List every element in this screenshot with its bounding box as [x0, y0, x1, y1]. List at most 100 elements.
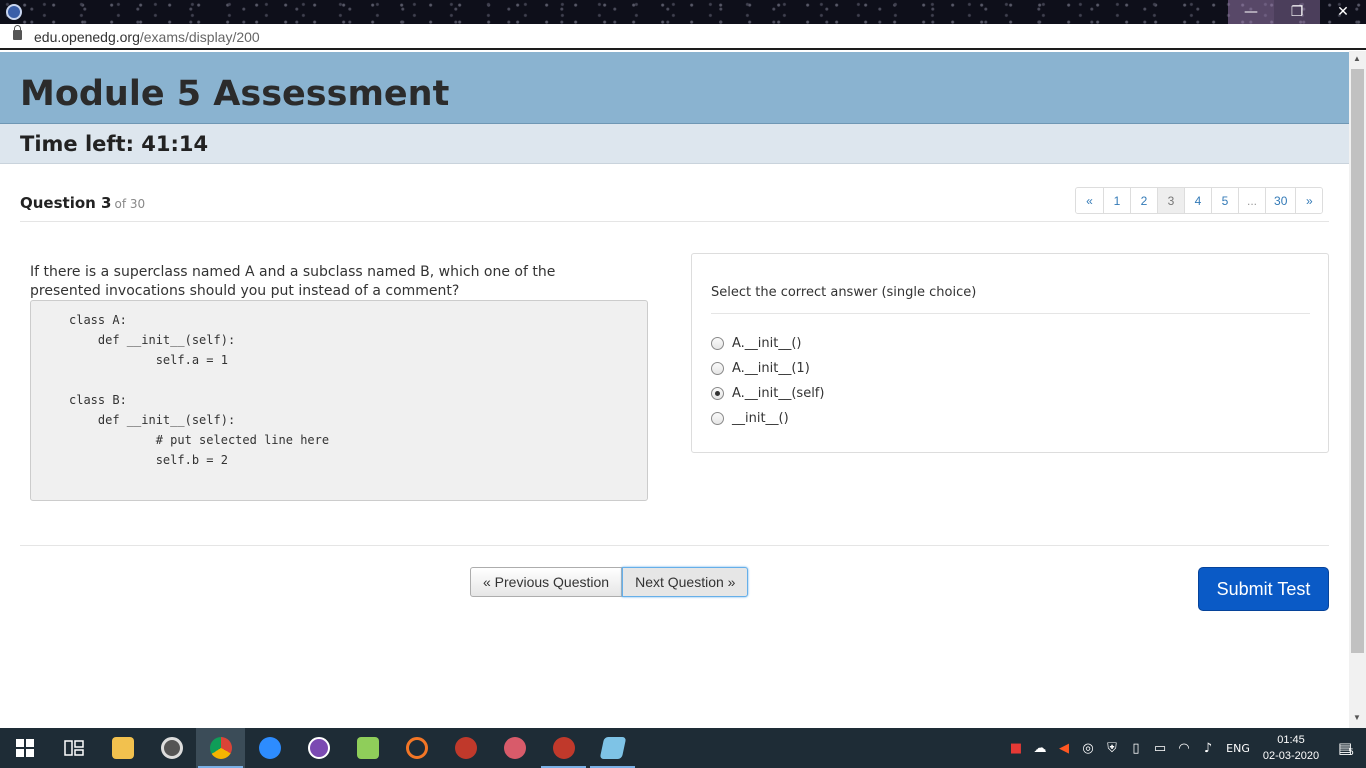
taskbar-file-explorer[interactable]	[98, 728, 147, 768]
answer-option-label: A.__init__(self)	[732, 386, 825, 401]
taskbar-media-player[interactable]	[147, 728, 196, 768]
title-bar-background	[0, 0, 1366, 24]
system-tray: ■ ☁ ◀ ◎ ⛨ ▯ ▭ ◠ ♪ ENG 01:45 02-03-2020 ▤…	[1004, 728, 1366, 768]
page-link-2[interactable]: 2	[1130, 188, 1157, 213]
page-next-link[interactable]: »	[1295, 188, 1323, 213]
task-view-button[interactable]	[49, 728, 98, 768]
code-block: class A: def __init__(self): self.a = 1 …	[30, 300, 648, 501]
lock-icon	[13, 25, 22, 40]
scroll-down-icon[interactable]: ▼	[1353, 713, 1361, 722]
previous-question-button[interactable]: « Previous Question	[470, 567, 623, 597]
paint-icon	[503, 737, 526, 759]
page-link-5[interactable]: 5	[1211, 188, 1238, 213]
code-line: def __init__(self):	[69, 413, 236, 427]
url-text[interactable]: edu.openedg.org/exams/display/200	[34, 29, 260, 45]
page-title: Module 5 Assessment	[20, 74, 450, 114]
taskbar-chrome[interactable]	[196, 728, 245, 768]
radio-button[interactable]	[711, 412, 724, 425]
clock-date: 02-03-2020	[1262, 750, 1320, 762]
minimize-button[interactable]: —	[1228, 0, 1274, 24]
question-pagination: « 1 2 3 4 5 ... 30 »	[1075, 187, 1324, 214]
next-question-button[interactable]: Next Question »	[622, 567, 749, 597]
code-line: self.b = 2	[69, 453, 228, 467]
window-title-bar: — ❐ ✕	[0, 0, 1366, 24]
radio-button-selected[interactable]	[711, 387, 724, 400]
page-link-30[interactable]: 30	[1265, 188, 1296, 213]
tray-app-icon[interactable]: ■	[1004, 728, 1028, 768]
notes-icon	[599, 737, 626, 759]
usb-icon[interactable]: ▯	[1124, 728, 1148, 768]
radio-button[interactable]	[711, 362, 724, 375]
code-line: class B:	[69, 393, 127, 407]
close-button[interactable]: ✕	[1320, 0, 1366, 24]
tray-flag-icon[interactable]: ◀	[1052, 728, 1076, 768]
notification-count: 5	[1348, 748, 1354, 758]
page-link-4[interactable]: 4	[1184, 188, 1211, 213]
onedrive-icon[interactable]: ☁	[1028, 728, 1052, 768]
answer-option-2[interactable]: A.__init__(1)	[711, 361, 810, 376]
app-purple-icon	[307, 737, 330, 759]
answer-option-1[interactable]: A.__init__()	[711, 336, 802, 351]
answer-option-label: A.__init__()	[732, 336, 802, 351]
volume-icon[interactable]: ♪	[1196, 728, 1220, 768]
scroll-up-icon[interactable]: ▲	[1353, 54, 1361, 63]
taskbar-zoom[interactable]	[245, 728, 294, 768]
taskbar-jupyter[interactable]	[392, 728, 441, 768]
url-host: edu.openedg.org	[34, 29, 140, 45]
wifi-icon[interactable]: ◠	[1172, 728, 1196, 768]
language-indicator[interactable]: ENG	[1220, 728, 1256, 768]
taskbar-notes[interactable]	[588, 728, 637, 768]
divider	[20, 221, 1329, 222]
answer-option-3[interactable]: A.__init__(self)	[711, 386, 824, 401]
question-number: Question 3	[20, 194, 112, 212]
answer-panel: Select the correct answer (single choice…	[691, 253, 1329, 453]
taskbar-spider-app[interactable]	[441, 728, 490, 768]
window-controls: — ❐ ✕	[1228, 0, 1366, 24]
taskbar-spider-app-2[interactable]	[539, 728, 588, 768]
vertical-scrollbar[interactable]: ▲ ▼	[1349, 51, 1366, 728]
answer-option-4[interactable]: __init__()	[711, 411, 789, 426]
code-line: def __init__(self):	[69, 333, 236, 347]
tray-circle-icon[interactable]: ◎	[1076, 728, 1100, 768]
page-prev-link[interactable]: «	[1076, 188, 1103, 213]
spider-icon-2	[552, 737, 575, 759]
taskbar-purple-app[interactable]	[294, 728, 343, 768]
page-ellipsis: ...	[1238, 188, 1266, 213]
time-left: Time left: 41:14	[20, 132, 209, 156]
clock-time: 01:45	[1277, 734, 1305, 746]
taskbar-paint[interactable]	[490, 728, 539, 768]
code-line: # put selected line here	[69, 433, 330, 447]
radio-button[interactable]	[711, 337, 724, 350]
address-bar[interactable]: edu.openedg.org/exams/display/200	[0, 24, 1366, 50]
notepad-plus-icon	[356, 737, 379, 759]
system-clock[interactable]: 01:45 02-03-2020	[1256, 732, 1326, 764]
battery-icon[interactable]: ▭	[1148, 728, 1172, 768]
divider	[711, 313, 1310, 314]
answer-option-label: __init__()	[732, 411, 789, 426]
zoom-icon	[258, 737, 281, 759]
question-total: of 30	[114, 197, 146, 211]
restore-button[interactable]: ❐	[1274, 0, 1320, 24]
start-button[interactable]	[0, 728, 49, 768]
windows-taskbar: ■ ☁ ◀ ◎ ⛨ ▯ ▭ ◠ ♪ ENG 01:45 02-03-2020 ▤…	[0, 728, 1366, 768]
task-view-icon	[63, 740, 84, 756]
scrollbar-thumb[interactable]	[1351, 69, 1364, 653]
spider-icon	[454, 737, 477, 759]
timer-bar: Time left: 41:14	[0, 124, 1349, 164]
taskbar-notepad-plus[interactable]	[343, 728, 392, 768]
code-line: class A:	[69, 313, 127, 327]
divider	[20, 545, 1329, 546]
answer-instruction: Select the correct answer (single choice…	[711, 285, 977, 300]
security-shield-icon[interactable]: ⛨	[1100, 728, 1124, 768]
notifications-button[interactable]: ▤ 5	[1326, 728, 1366, 768]
jupyter-icon	[405, 737, 428, 759]
file-explorer-icon	[111, 737, 134, 759]
submit-test-button[interactable]: Submit Test	[1198, 567, 1329, 611]
media-player-icon	[160, 737, 183, 759]
code-line: self.a = 1	[69, 353, 228, 367]
url-path: /exams/display/200	[139, 29, 260, 45]
page-link-3-current[interactable]: 3	[1157, 188, 1184, 213]
page-link-1[interactable]: 1	[1103, 188, 1130, 213]
start-icon	[15, 739, 34, 757]
